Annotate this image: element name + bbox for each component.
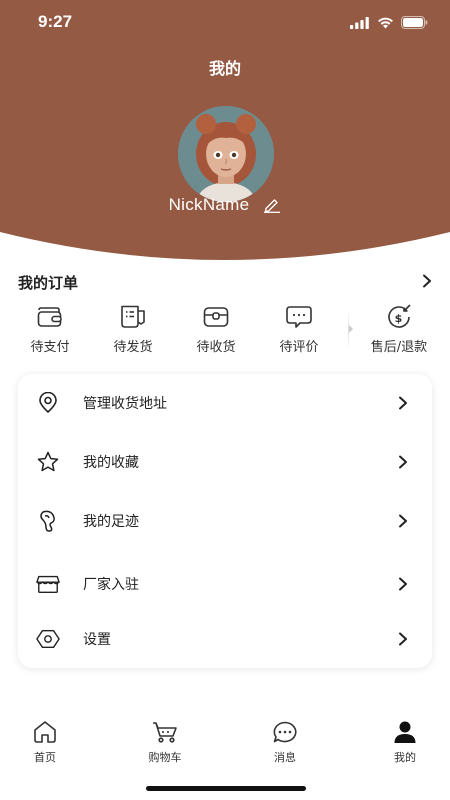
tab-bar: 首页 购物车 消息 我的 — [0, 716, 450, 776]
menu-item-merchant-join[interactable]: 厂家入驻 — [18, 562, 432, 606]
menu-card: 管理收货地址 我的收藏 我的足迹 厂家入驻 设置 — [18, 374, 432, 668]
nickname: NickName — [168, 195, 250, 214]
menu-item-label: 我的足迹 — [83, 514, 139, 530]
chevron-right-icon — [398, 577, 408, 591]
battery-icon — [401, 14, 428, 33]
divider-arrow — [349, 325, 353, 333]
menu-item-label: 设置 — [83, 632, 111, 648]
order-item-label: 待收货 — [196, 340, 236, 355]
page-title: 我的 — [208, 59, 241, 78]
order-item-label: 待支付 — [30, 340, 70, 355]
footprint-icon — [36, 509, 60, 533]
edit-pencil-icon[interactable] — [263, 197, 281, 213]
message-icon — [272, 716, 298, 744]
package-icon — [202, 302, 230, 332]
wallet-icon — [36, 302, 64, 332]
refund-icon: $ — [385, 302, 413, 332]
nickname-row: NickName — [0, 195, 450, 215]
menu-item-address[interactable]: 管理收货地址 — [18, 381, 432, 425]
chevron-right-icon — [398, 396, 408, 410]
orders-title: 我的订单 — [18, 273, 79, 292]
chevron-right-icon — [398, 455, 408, 469]
star-icon — [36, 450, 60, 474]
tab-home[interactable]: 首页 — [0, 716, 90, 765]
storefront-icon — [36, 572, 60, 596]
menu-item-footprints[interactable]: 我的足迹 — [18, 499, 432, 543]
order-after-sales[interactable]: $ 售后/退款 — [359, 302, 439, 355]
tab-profile[interactable]: 我的 — [360, 716, 450, 765]
signal-icon — [350, 14, 370, 33]
order-item-label: 售后/退款 — [370, 340, 428, 355]
status-time: 9:27 — [38, 12, 73, 31]
menu-item-label: 我的收藏 — [83, 455, 139, 471]
receipt-icon — [119, 302, 147, 332]
menu-item-label: 厂家入驻 — [83, 577, 139, 593]
home-icon — [32, 716, 58, 744]
order-item-label: 待评价 — [279, 340, 319, 355]
tab-label: 购物车 — [148, 751, 182, 764]
chevron-right-icon[interactable] — [422, 273, 432, 292]
tab-label: 首页 — [34, 751, 56, 764]
order-pending-receipt[interactable]: 待收货 — [176, 302, 256, 355]
orders-header[interactable]: 我的订单 — [18, 270, 432, 294]
wifi-icon — [377, 14, 394, 33]
status-icons — [350, 14, 428, 33]
avatar[interactable] — [178, 106, 274, 202]
order-item-label: 待发货 — [113, 340, 153, 355]
cart-icon — [151, 716, 179, 744]
menu-item-favorites[interactable]: 我的收藏 — [18, 440, 432, 484]
profile-icon — [392, 716, 418, 744]
menu-item-settings[interactable]: 设置 — [18, 617, 432, 661]
order-pending-review[interactable]: 待评价 — [259, 302, 339, 355]
status-bar: 9:27 — [0, 0, 450, 44]
tab-label: 我的 — [394, 751, 416, 764]
menu-item-label: 管理收货地址 — [83, 396, 167, 412]
chevron-right-icon — [398, 632, 408, 646]
location-pin-icon — [36, 391, 60, 415]
tab-label: 消息 — [274, 751, 296, 764]
settings-hexagon-icon — [36, 627, 60, 651]
orders-row: 待支付 待发货 待收货 待评价 $ 售后/退款 — [0, 302, 450, 358]
tab-messages[interactable]: 消息 — [240, 716, 330, 765]
svg-text:$: $ — [395, 312, 403, 325]
tab-cart[interactable]: 购物车 — [120, 716, 210, 765]
chevron-right-icon — [398, 514, 408, 528]
profile-header: 9:27 我的 NickName — [0, 0, 450, 260]
order-pending-shipment[interactable]: 待发货 — [93, 302, 173, 355]
home-indicator — [146, 786, 306, 791]
order-pending-payment[interactable]: 待支付 — [10, 302, 90, 355]
chat-bubble-icon — [285, 302, 313, 332]
